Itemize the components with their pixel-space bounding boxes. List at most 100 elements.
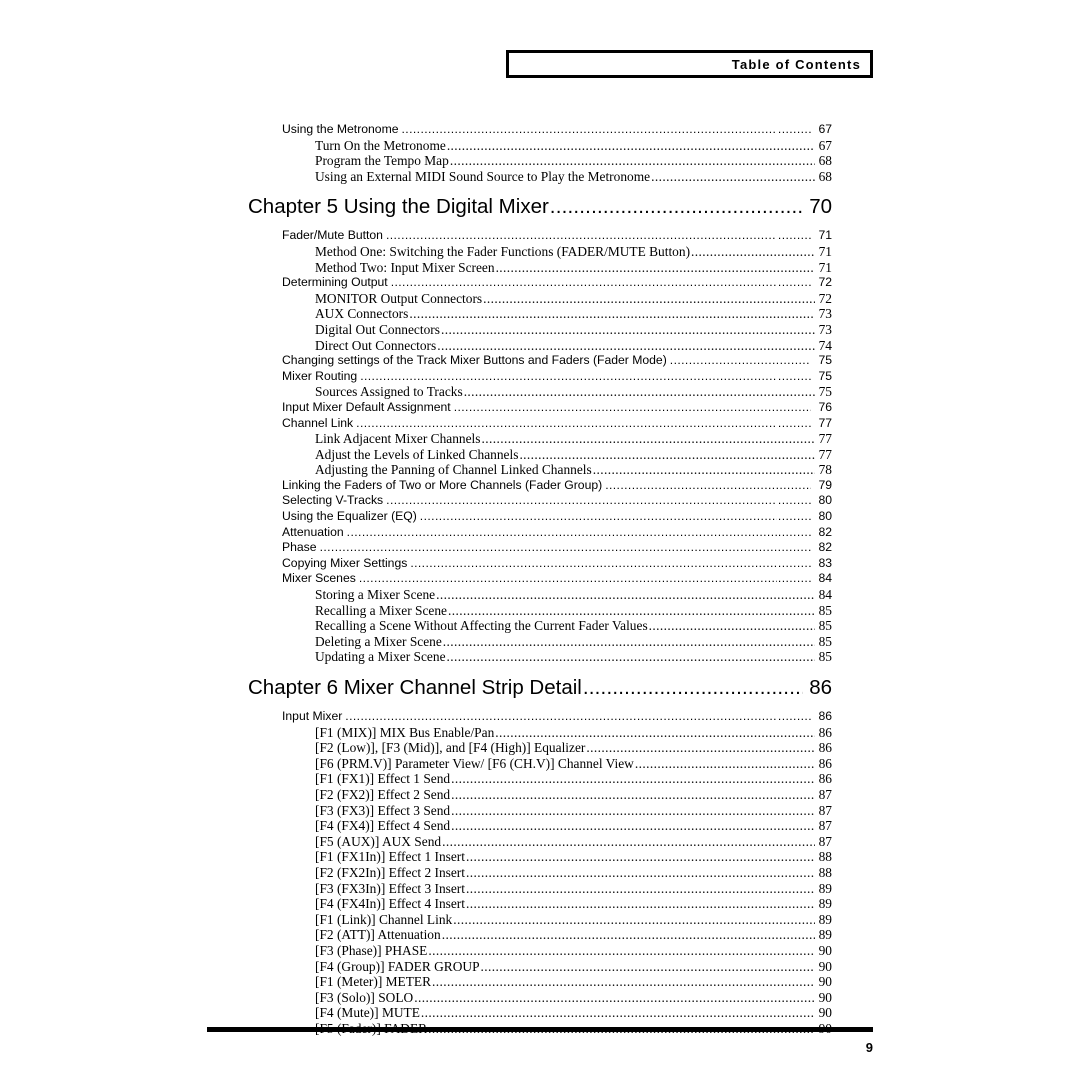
toc-entry[interactable]: Attenuation.......... 82 [0, 525, 1080, 541]
toc-entry[interactable]: Linking the Faders of Two or More Channe… [0, 478, 1080, 494]
toc-chapter-entry[interactable]: Chapter 6 Mixer Channel Strip Detail 86 [0, 671, 1080, 705]
footer-page-number: 9 [865, 1040, 873, 1055]
dot-leader [453, 912, 815, 928]
toc-entry[interactable]: [F4 (FX4)] Effect 4 Send 87 [0, 818, 1080, 834]
toc-entry[interactable]: [F5 (AUX)] AUX Send 87 [0, 834, 1080, 850]
toc-entry[interactable]: MONITOR Output Connectors 72 [0, 291, 1080, 307]
toc-entry[interactable]: Using the Equalizer (EQ).......... 80 [0, 509, 1080, 525]
toc-entry[interactable]: Program the Tempo Map 68 [0, 153, 1080, 169]
toc-entry[interactable]: [F6 (PRM.V)] Parameter View/ [F6 (CH.V)]… [0, 756, 1080, 772]
toc-entry[interactable]: Copying Mixer Settings.......... 83 [0, 556, 1080, 572]
toc-entry[interactable]: Using an External MIDI Sound Source to P… [0, 169, 1080, 185]
toc-entry[interactable]: Sources Assigned to Tracks 75 [0, 384, 1080, 400]
toc-entry[interactable]: AUX Connectors 73 [0, 306, 1080, 322]
toc-chapter-entry[interactable]: Chapter 5 Using the Digital Mixer 70 [0, 190, 1080, 224]
toc-entry[interactable]: [F3 (FX3)] Effect 3 Send 87 [0, 803, 1080, 819]
dot-leader [649, 618, 815, 634]
toc-entry-label: Phase [282, 540, 317, 555]
toc-entry-page-number: 74 [818, 337, 832, 353]
toc-entry[interactable]: [F4 (Mute)] MUTE 90 [0, 1005, 1080, 1021]
dot-leader [436, 587, 815, 603]
dot-leader [495, 725, 815, 741]
toc-entry-page-number: 84 [818, 571, 832, 586]
toc-entry-label: Copying Mixer Settings [282, 555, 408, 570]
dot-leader [651, 169, 815, 185]
toc-entry[interactable]: [F1 (Link)] Channel Link 89 [0, 912, 1080, 928]
toc-entry-label: [F3 (FX3)] Effect 3 Send [315, 802, 451, 818]
toc-entry-page-number: 88 [818, 849, 832, 865]
toc-entry[interactable]: [F1 (Meter)] METER 90 [0, 974, 1080, 990]
toc-entry-label: Sources Assigned to Tracks [315, 384, 463, 400]
toc-entry-page-number: 90 [818, 958, 832, 974]
toc-entry[interactable]: Determining Output.......... 72 [0, 275, 1080, 291]
toc-entry[interactable]: Changing settings of the Track Mixer But… [0, 353, 1080, 369]
toc-entry[interactable]: [F1 (MIX)] MIX Bus Enable/Pan 86 [0, 725, 1080, 741]
toc-entry[interactable]: Method Two: Input Mixer Screen 71 [0, 260, 1080, 276]
toc-entry-label: Turn On the Metronome [315, 137, 446, 153]
toc-entry-label: Determining Output [282, 275, 388, 290]
toc-entry[interactable]: Adjust the Levels of Linked Channels 77 [0, 447, 1080, 463]
toc-entry[interactable]: Updating a Mixer Scene 85 [0, 649, 1080, 665]
toc-entry-page-number: 86 [818, 709, 832, 723]
toc-entry[interactable]: Direct Out Connectors 74 [0, 338, 1080, 354]
toc-entry[interactable]: Selecting V-Tracks.......... 80 [0, 493, 1080, 509]
toc-entry-label: Chapter 5 Using the Digital Mixer [248, 195, 549, 219]
toc-entry-label: Adjust the Levels of Linked Channels [315, 446, 519, 462]
toc-entry[interactable]: [F2 (FX2)] Effect 2 Send 87 [0, 787, 1080, 803]
toc-entry[interactable]: [F3 (Phase)] PHASE 90 [0, 943, 1080, 959]
dot-leader-tail: .......... [778, 368, 812, 383]
toc-entry-label: [F4 (FX4)] Effect 4 Send [315, 818, 451, 834]
toc-entry[interactable]: [F2 (Low)], [F3 (Mid)], and [F4 (High)] … [0, 740, 1080, 756]
dot-leader-tail: .......... [778, 709, 812, 723]
toc-entry[interactable]: Input Mixer Default Assignment 76 [0, 400, 1080, 416]
toc-entry[interactable]: [F1 (FX1)] Effect 1 Send 86 [0, 771, 1080, 787]
toc-entry-page-number: 72 [818, 290, 832, 306]
dot-leader [605, 478, 811, 494]
toc-entry[interactable]: Phase 82 [0, 540, 1080, 556]
toc-entry[interactable]: [F3 (Solo)] SOLO 90 [0, 990, 1080, 1006]
toc-entry-label: [F4 (FX4In)] Effect 4 Insert [315, 896, 465, 912]
dot-leader [359, 571, 777, 587]
toc-entry[interactable]: Adjusting the Panning of Channel Linked … [0, 462, 1080, 478]
toc-entry[interactable]: Using the Metronome.......... 67 [0, 122, 1080, 138]
dot-leader [450, 153, 815, 169]
toc-entry[interactable]: Link Adjacent Mixer Channels 77 [0, 431, 1080, 447]
dot-leader [347, 525, 777, 541]
toc-entry[interactable]: [F2 (ATT)] Attenuation 89 [0, 927, 1080, 943]
toc-entry[interactable]: Digital Out Connectors 73 [0, 322, 1080, 338]
toc-entry[interactable]: Method One: Switching the Fader Function… [0, 244, 1080, 260]
toc-entry[interactable]: Channel Link.......... 77 [0, 416, 1080, 432]
toc-entry-page-number: 78 [818, 462, 832, 478]
dot-leader [451, 771, 815, 787]
dot-leader [466, 881, 815, 897]
toc-entry[interactable]: Recalling a Mixer Scene 85 [0, 603, 1080, 619]
dot-leader [447, 138, 815, 154]
toc-entry[interactable]: Input Mixer.......... 86 [0, 709, 1080, 725]
toc-entry[interactable]: [F3 (FX3In)] Effect 3 Insert 89 [0, 881, 1080, 897]
toc-entry[interactable]: [F1 (FX1In)] Effect 1 Insert 88 [0, 849, 1080, 865]
dot-leader [466, 865, 815, 881]
toc-entry-page-number: 86 [818, 724, 832, 740]
toc-entry[interactable]: [F4 (Group)] FADER GROUP 90 [0, 959, 1080, 975]
toc-entry[interactable]: Recalling a Scene Without Affecting the … [0, 618, 1080, 634]
toc-entry-page-number: 87 [818, 802, 832, 818]
dot-leader [421, 1005, 815, 1021]
toc-entry[interactable]: Deleting a Mixer Scene 85 [0, 634, 1080, 650]
toc-entry[interactable]: [F4 (FX4In)] Effect 4 Insert 89 [0, 896, 1080, 912]
toc-entry[interactable]: Mixer Scenes.......... 84 [0, 571, 1080, 587]
toc-entry-label: Mixer Scenes [282, 571, 356, 586]
toc-entry[interactable]: Storing a Mixer Scene 84 [0, 587, 1080, 603]
toc-entry[interactable]: Turn On the Metronome 67 [0, 138, 1080, 154]
toc-entry[interactable]: [F2 (FX2In)] Effect 2 Insert 88 [0, 865, 1080, 881]
toc-entry-label: [F3 (Phase)] PHASE [315, 942, 428, 958]
toc-entry-page-number: 71 [818, 228, 832, 243]
dot-leader [391, 275, 777, 291]
toc-entry-label: Changing settings of the Track Mixer But… [282, 353, 667, 368]
dot-leader [447, 649, 815, 665]
dot-leader-tail: .......... [778, 275, 812, 290]
dot-leader [586, 740, 815, 756]
toc-entry-label: Program the Tempo Map [315, 153, 449, 169]
toc-entry-label: Linking the Faders of Two or More Channe… [282, 477, 603, 492]
toc-entry[interactable]: Mixer Routing.......... 75 [0, 369, 1080, 385]
toc-entry[interactable]: Fader/Mute Button.......... 71 [0, 228, 1080, 244]
